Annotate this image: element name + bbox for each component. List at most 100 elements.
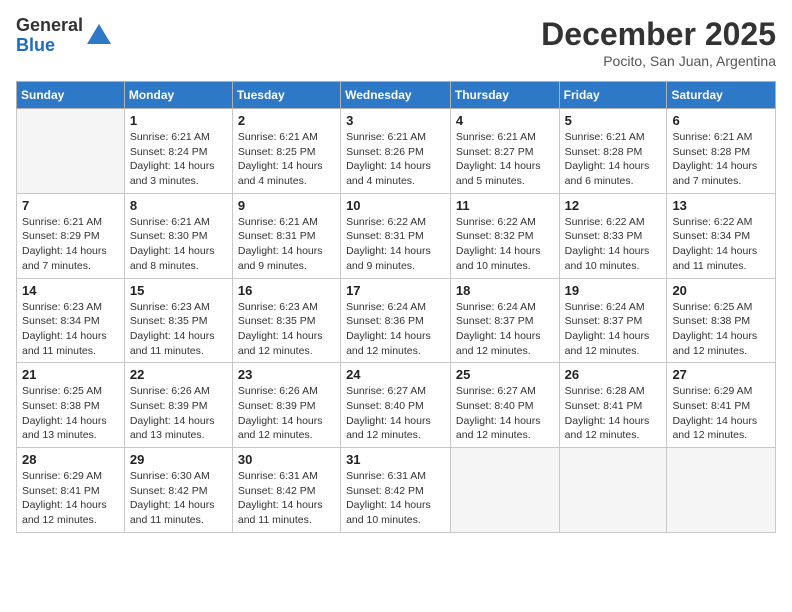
calendar-cell: 18Sunrise: 6:24 AMSunset: 8:37 PMDayligh… [450, 278, 559, 363]
day-number: 3 [346, 113, 445, 128]
calendar-header-thursday: Thursday [450, 82, 559, 109]
calendar-cell: 29 Sunrise: 6:30 AMSunset: 8:42 PMDayligh… [124, 448, 232, 533]
calendar-cell: 30Sunrise: 6:31 AMSunset: 8:42 PMDayligh… [232, 448, 340, 533]
day-info: Sunrise: 6:22 AMSunset: 8:32 PMDaylight:… [456, 215, 554, 274]
day-number: 7 [22, 198, 119, 213]
calendar-cell: 19 Sunrise: 6:24 AMSunset: 8:37 PMDayligh… [559, 278, 667, 363]
day-number: 2 [238, 113, 335, 128]
calendar-header-monday: Monday [124, 82, 232, 109]
calendar-week-row: 1 Sunrise: 6:21 AMSunset: 8:24 PMDaylight… [17, 109, 776, 194]
calendar-header-wednesday: Wednesday [341, 82, 451, 109]
day-info: Sunrise: 6:21 AMSunset: 8:29 PMDaylight:… [22, 215, 119, 274]
day-number: 5 [565, 113, 662, 128]
day-number: 30 [238, 452, 335, 467]
day-info: Sunrise: 6:26 AMSunset: 8:39 PMDaylight:… [238, 384, 335, 443]
calendar-cell: 6 Sunrise: 6:21 AMSunset: 8:28 PMDaylight… [667, 109, 776, 194]
calendar-cell: 9 Sunrise: 6:21 AMSunset: 8:31 PMDaylight… [232, 193, 340, 278]
calendar-cell [17, 109, 125, 194]
day-info: Sunrise: 6:21 AMSunset: 8:27 PMDaylight:… [456, 130, 554, 189]
day-info: Sunrise: 6:30 AMSunset: 8:42 PMDaylight:… [130, 469, 227, 528]
day-info: Sunrise: 6:21 AMSunset: 8:25 PMDaylight:… [238, 130, 335, 189]
day-info: Sunrise: 6:23 AMSunset: 8:35 PMDaylight:… [238, 300, 335, 359]
calendar-cell: 17 Sunrise: 6:24 AMSunset: 8:36 PMDayligh… [341, 278, 451, 363]
day-info: Sunrise: 6:29 AMSunset: 8:41 PMDaylight:… [672, 384, 770, 443]
calendar-week-row: 28Sunrise: 6:29 AMSunset: 8:41 PMDayligh… [17, 448, 776, 533]
calendar-cell: 7 Sunrise: 6:21 AMSunset: 8:29 PMDaylight… [17, 193, 125, 278]
day-info: Sunrise: 6:23 AMSunset: 8:35 PMDaylight:… [130, 300, 227, 359]
calendar-cell: 31Sunrise: 6:31 AMSunset: 8:42 PMDayligh… [341, 448, 451, 533]
calendar-cell: 14Sunrise: 6:23 AMSunset: 8:34 PMDayligh… [17, 278, 125, 363]
day-number: 1 [130, 113, 227, 128]
day-number: 25 [456, 367, 554, 382]
calendar-header-row: SundayMondayTuesdayWednesdayThursdayFrid… [17, 82, 776, 109]
calendar-week-row: 21 Sunrise: 6:25 AMSunset: 8:38 PMDayligh… [17, 363, 776, 448]
day-info: Sunrise: 6:22 AMSunset: 8:34 PMDaylight:… [672, 215, 770, 274]
day-info: Sunrise: 6:24 AMSunset: 8:37 PMDaylight:… [456, 300, 554, 359]
page-header: General Blue December 2025 Pocito, San J… [16, 16, 776, 69]
calendar-cell [450, 448, 559, 533]
day-number: 13 [672, 198, 770, 213]
calendar-cell: 20Sunrise: 6:25 AMSunset: 8:38 PMDayligh… [667, 278, 776, 363]
calendar-header-friday: Friday [559, 82, 667, 109]
calendar-cell: 25Sunrise: 6:27 AMSunset: 8:40 PMDayligh… [450, 363, 559, 448]
day-info: Sunrise: 6:25 AMSunset: 8:38 PMDaylight:… [672, 300, 770, 359]
day-number: 16 [238, 283, 335, 298]
day-number: 15 [130, 283, 227, 298]
day-info: Sunrise: 6:22 AMSunset: 8:31 PMDaylight:… [346, 215, 445, 274]
day-info: Sunrise: 6:21 AMSunset: 8:24 PMDaylight:… [130, 130, 227, 189]
location: Pocito, San Juan, Argentina [541, 53, 776, 69]
day-number: 26 [565, 367, 662, 382]
day-number: 4 [456, 113, 554, 128]
calendar-week-row: 7 Sunrise: 6:21 AMSunset: 8:29 PMDaylight… [17, 193, 776, 278]
day-info: Sunrise: 6:25 AMSunset: 8:38 PMDaylight:… [22, 384, 119, 443]
day-number: 28 [22, 452, 119, 467]
day-info: Sunrise: 6:22 AMSunset: 8:33 PMDaylight:… [565, 215, 662, 274]
calendar-cell: 8Sunrise: 6:21 AMSunset: 8:30 PMDaylight… [124, 193, 232, 278]
day-number: 29 [130, 452, 227, 467]
day-number: 17 [346, 283, 445, 298]
calendar-cell: 16 Sunrise: 6:23 AMSunset: 8:35 PMDayligh… [232, 278, 340, 363]
logo-general: General [16, 16, 83, 36]
day-number: 6 [672, 113, 770, 128]
calendar-cell: 23 Sunrise: 6:26 AMSunset: 8:39 PMDayligh… [232, 363, 340, 448]
day-number: 10 [346, 198, 445, 213]
calendar-cell: 27Sunrise: 6:29 AMSunset: 8:41 PMDayligh… [667, 363, 776, 448]
day-number: 21 [22, 367, 119, 382]
calendar-cell: 22 Sunrise: 6:26 AMSunset: 8:39 PMDayligh… [124, 363, 232, 448]
calendar-cell [559, 448, 667, 533]
calendar-cell: 11Sunrise: 6:22 AMSunset: 8:32 PMDayligh… [450, 193, 559, 278]
calendar-cell: 4 Sunrise: 6:21 AMSunset: 8:27 PMDaylight… [450, 109, 559, 194]
day-info: Sunrise: 6:21 AMSunset: 8:31 PMDaylight:… [238, 215, 335, 274]
calendar-cell [667, 448, 776, 533]
day-number: 9 [238, 198, 335, 213]
calendar-cell: 21 Sunrise: 6:25 AMSunset: 8:38 PMDayligh… [17, 363, 125, 448]
day-info: Sunrise: 6:27 AMSunset: 8:40 PMDaylight:… [346, 384, 445, 443]
day-number: 24 [346, 367, 445, 382]
calendar-cell: 26 Sunrise: 6:28 AMSunset: 8:41 PMDayligh… [559, 363, 667, 448]
day-info: Sunrise: 6:21 AMSunset: 8:30 PMDaylight:… [130, 215, 227, 274]
calendar-header-tuesday: Tuesday [232, 82, 340, 109]
day-info: Sunrise: 6:28 AMSunset: 8:41 PMDaylight:… [565, 384, 662, 443]
calendar-cell: 28Sunrise: 6:29 AMSunset: 8:41 PMDayligh… [17, 448, 125, 533]
day-info: Sunrise: 6:21 AMSunset: 8:28 PMDaylight:… [672, 130, 770, 189]
day-info: Sunrise: 6:24 AMSunset: 8:37 PMDaylight:… [565, 300, 662, 359]
day-number: 23 [238, 367, 335, 382]
calendar-header-saturday: Saturday [667, 82, 776, 109]
day-number: 19 [565, 283, 662, 298]
calendar-header-sunday: Sunday [17, 82, 125, 109]
calendar-cell: 2 Sunrise: 6:21 AMSunset: 8:25 PMDaylight… [232, 109, 340, 194]
calendar-table: SundayMondayTuesdayWednesdayThursdayFrid… [16, 81, 776, 533]
calendar-cell: 5 Sunrise: 6:21 AMSunset: 8:28 PMDaylight… [559, 109, 667, 194]
calendar-cell: 10 Sunrise: 6:22 AMSunset: 8:31 PMDayligh… [341, 193, 451, 278]
title-area: December 2025 Pocito, San Juan, Argentin… [541, 16, 776, 69]
month-title: December 2025 [541, 16, 776, 53]
day-info: Sunrise: 6:23 AMSunset: 8:34 PMDaylight:… [22, 300, 119, 359]
calendar-cell: 15 Sunrise: 6:23 AMSunset: 8:35 PMDayligh… [124, 278, 232, 363]
logo-blue: Blue [16, 36, 83, 56]
calendar-cell: 24 Sunrise: 6:27 AMSunset: 8:40 PMDayligh… [341, 363, 451, 448]
day-info: Sunrise: 6:21 AMSunset: 8:28 PMDaylight:… [565, 130, 662, 189]
day-info: Sunrise: 6:26 AMSunset: 8:39 PMDaylight:… [130, 384, 227, 443]
day-number: 22 [130, 367, 227, 382]
day-info: Sunrise: 6:24 AMSunset: 8:36 PMDaylight:… [346, 300, 445, 359]
calendar-cell: 3Sunrise: 6:21 AMSunset: 8:26 PMDaylight… [341, 109, 451, 194]
